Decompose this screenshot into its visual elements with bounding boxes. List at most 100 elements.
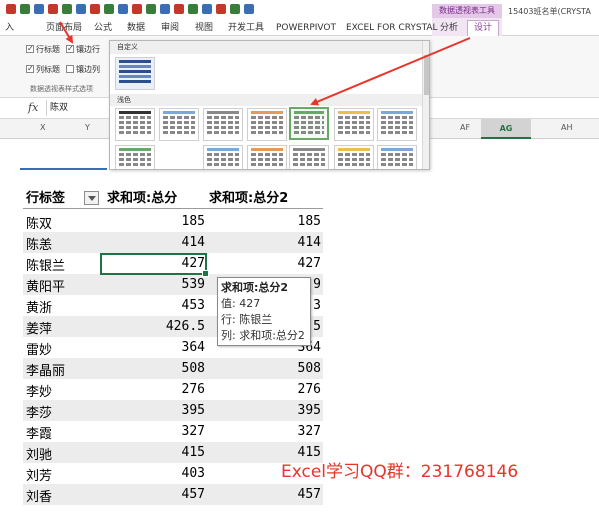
table-row[interactable]: 李晶丽 508 508	[23, 358, 323, 379]
table-row[interactable]: 李霞 327 327	[23, 421, 323, 442]
row-label-cell[interactable]: 李莎	[26, 402, 52, 421]
quick-access-icon[interactable]	[90, 4, 100, 14]
quick-access-icon[interactable]	[48, 4, 58, 14]
column-headers-checkbox[interactable]: 列标题	[26, 63, 60, 76]
row-label-cell[interactable]: 刘芳	[26, 465, 52, 484]
filter-dropdown-icon[interactable]	[84, 191, 99, 205]
light-style-swatch[interactable]	[334, 145, 374, 169]
row-label-cell[interactable]: 陈恙	[26, 234, 52, 253]
active-cell-selection[interactable]	[100, 253, 209, 277]
insert-function-icon[interactable]: fx	[28, 101, 38, 114]
quick-access-icon[interactable]	[216, 4, 226, 14]
quick-access-icon[interactable]	[188, 4, 198, 14]
sum-total-2-cell[interactable]: 327	[298, 424, 321, 439]
ribbon-tab[interactable]: 公式	[94, 20, 112, 36]
sum-total-2-cell[interactable]: 5	[313, 319, 321, 334]
tab-design[interactable]: 设计	[467, 20, 499, 36]
light-style-swatch-selected[interactable]	[289, 107, 329, 140]
light-style-swatch[interactable]	[377, 145, 417, 169]
quick-access-icon[interactable]	[244, 4, 254, 14]
light-style-swatch[interactable]	[203, 145, 243, 169]
sum-total-2-cell[interactable]: 3	[313, 298, 321, 313]
ribbon-tab[interactable]: 页面布局	[46, 20, 82, 36]
sum-total-cell[interactable]: 403	[182, 466, 205, 481]
quick-access-icon[interactable]	[146, 4, 156, 14]
ribbon-tab[interactable]: 审阅	[161, 20, 179, 36]
sum-total-2-cell[interactable]: 9	[313, 277, 321, 292]
quick-access-icon[interactable]	[230, 4, 240, 14]
row-label-cell[interactable]: 陈银兰	[26, 255, 65, 274]
sum-total-2-cell[interactable]: 185	[298, 214, 321, 229]
sum-total-cell[interactable]: 457	[182, 487, 205, 502]
light-style-swatch[interactable]	[377, 108, 417, 141]
sum-total-2-cell[interactable]: 457	[298, 487, 321, 502]
sum-total-cell[interactable]: 426.5	[166, 319, 205, 334]
quick-access-icon[interactable]	[132, 4, 142, 14]
table-row[interactable]: 陈双 185 185	[23, 211, 323, 232]
ribbon-tab[interactable]: 分析	[440, 20, 458, 36]
banded-columns-checkbox[interactable]: 镶边列	[66, 64, 100, 76]
light-style-swatch[interactable]	[203, 108, 243, 141]
sum-total-2-cell[interactable]: 276	[298, 382, 321, 397]
sum-total-cell[interactable]: 415	[182, 445, 205, 460]
sum-total-cell[interactable]: 364	[182, 340, 205, 355]
quick-access-icon[interactable]	[202, 4, 212, 14]
row-label-cell[interactable]: 刘香	[26, 486, 52, 505]
sum-total-cell[interactable]: 539	[182, 277, 205, 292]
row-label-cell[interactable]: 李晶丽	[26, 360, 65, 379]
table-row[interactable]: 刘香 457 457	[23, 484, 323, 505]
quick-access-icon[interactable]	[76, 4, 86, 14]
ribbon-tab[interactable]: EXCEL FOR CRYSTAL	[346, 20, 438, 36]
save-icon[interactable]	[6, 4, 16, 14]
column-header-x[interactable]: X	[40, 123, 45, 132]
column-header-af[interactable]: AF	[460, 123, 470, 132]
sum-total-cell[interactable]: 327	[182, 424, 205, 439]
table-row[interactable]: 刘芳 403	[23, 463, 323, 484]
custom-style-swatch[interactable]	[115, 57, 155, 90]
sum-total-cell[interactable]: 414	[182, 235, 205, 250]
column-header-ah[interactable]: AH	[561, 123, 573, 132]
ribbon-tab[interactable]: 开发工具	[228, 20, 264, 36]
undo-icon[interactable]	[20, 4, 30, 14]
sum-total-cell[interactable]: 508	[182, 361, 205, 376]
row-label-cell[interactable]: 黄阳平	[26, 276, 65, 295]
gallery-scrollbar[interactable]	[422, 41, 429, 169]
column-header-y[interactable]: Y	[85, 123, 90, 132]
sum-total-cell[interactable]: 453	[182, 298, 205, 313]
light-style-swatch[interactable]	[334, 108, 374, 141]
light-style-swatch[interactable]	[247, 108, 287, 141]
ribbon-tab[interactable]: 数据	[127, 20, 145, 36]
formula-input[interactable]: 陈双	[50, 100, 110, 116]
row-label-cell[interactable]: 黄浙	[26, 297, 52, 316]
row-label-cell[interactable]: 雷妙	[26, 339, 52, 358]
light-style-swatch[interactable]	[159, 108, 199, 141]
light-style-swatch[interactable]	[289, 145, 329, 169]
light-style-swatch[interactable]	[247, 145, 287, 169]
sum-total-2-cell[interactable]: 508	[298, 361, 321, 376]
sum-total-cell[interactable]: 276	[182, 382, 205, 397]
gallery-scrollbar-thumb[interactable]	[424, 55, 429, 95]
row-label-cell[interactable]: 姜萍	[26, 318, 52, 337]
quick-access-icon[interactable]	[160, 4, 170, 14]
sum-total-2-cell[interactable]: 395	[298, 403, 321, 418]
banded-rows-checkbox[interactable]: 镶边行	[66, 43, 100, 56]
table-row[interactable]: 李莎 395 395	[23, 400, 323, 421]
quick-access-icon[interactable]	[118, 4, 128, 14]
row-label-cell[interactable]: 李妙	[26, 381, 52, 400]
row-label-cell[interactable]: 陈双	[26, 213, 52, 232]
ribbon-tab[interactable]: POWERPIVOT	[276, 20, 336, 36]
row-label-cell[interactable]: 李霞	[26, 423, 52, 442]
table-row[interactable]: 陈恙 414 414	[23, 232, 323, 253]
ribbon-tab[interactable]: 视图	[195, 20, 213, 36]
pivot-style-gallery[interactable]: 自定义 浅色	[109, 40, 430, 170]
redo-icon[interactable]	[34, 4, 44, 14]
row-label-cell[interactable]: 刘驰	[26, 444, 52, 463]
quick-access-icon[interactable]	[174, 4, 184, 14]
sum-total-2-cell[interactable]: 414	[298, 235, 321, 250]
light-style-swatch[interactable]	[115, 145, 155, 169]
ribbon-tab[interactable]: 入	[5, 20, 14, 36]
quick-access-icon[interactable]	[104, 4, 114, 14]
sum-total-2-cell[interactable]: 427	[298, 256, 321, 271]
table-row[interactable]: 刘驰 415 415	[23, 442, 323, 463]
table-row[interactable]: 李妙 276 276	[23, 379, 323, 400]
